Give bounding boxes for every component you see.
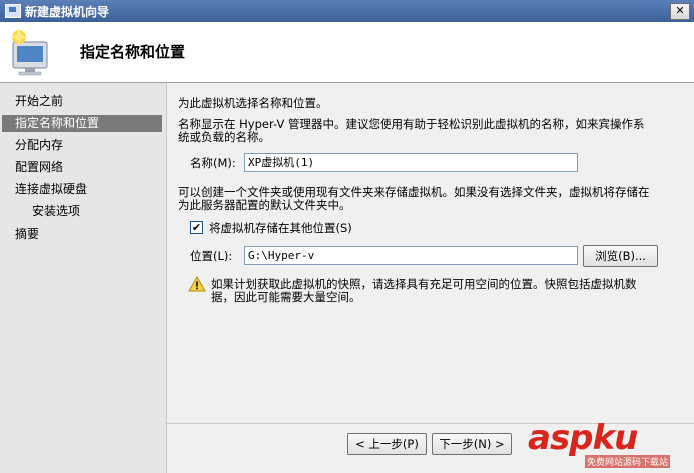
main-content: 为此虚拟机选择名称和位置。 名称显示在 Hyper-V 管理器中。建议您使用有助… xyxy=(178,83,688,423)
nav-item-install-options[interactable]: 安装选项 xyxy=(2,203,162,220)
warning-icon xyxy=(188,276,206,292)
nav-item-configure-network[interactable]: 配置网络 xyxy=(2,159,162,176)
intro-text: 为此虚拟机选择名称和位置。 xyxy=(178,96,328,110)
title-bar: 新建虚拟机向导 ✕ xyxy=(0,0,694,22)
app-icon xyxy=(5,4,21,18)
previous-button[interactable]: < 上一步(P) xyxy=(347,433,427,455)
name-input[interactable]: XP虚拟机(1) xyxy=(244,153,578,172)
browse-button[interactable]: 浏览(B)... xyxy=(583,245,658,267)
wizard-header: 指定名称和位置 xyxy=(0,22,694,83)
name-label: 名称(M): xyxy=(190,156,236,170)
warning-text-line2: 据，因此可能需要大量空间。 xyxy=(211,290,361,304)
aspku-watermark-logo: aspku xyxy=(528,418,638,458)
new-vm-wizard-icon xyxy=(10,28,48,76)
name-description-line2: 统或负载的名称。 xyxy=(178,130,270,144)
page-title: 指定名称和位置 xyxy=(80,43,186,61)
location-input[interactable]: G:\Hyper-v xyxy=(244,246,578,265)
location-label: 位置(L): xyxy=(190,249,233,263)
store-elsewhere-checkbox[interactable]: ✔ xyxy=(190,221,203,234)
nav-item-connect-virtual-disk[interactable]: 连接虚拟硬盘 xyxy=(2,181,162,198)
window-title: 新建虚拟机向导 xyxy=(25,4,110,19)
watermark-subtitle: 免费网站源码下载站 xyxy=(585,455,671,468)
store-elsewhere-label[interactable]: 将虚拟机存储在其他位置(S) xyxy=(209,220,352,236)
folder-description-line2: 为此服务器配置的默认文件夹中。 xyxy=(178,198,351,212)
nav-item-specify-name-location[interactable]: 指定名称和位置 xyxy=(2,115,162,132)
nav-item-summary[interactable]: 摘要 xyxy=(2,226,162,243)
close-button[interactable]: ✕ xyxy=(670,3,690,20)
wizard-step-list: 开始之前 指定名称和位置 分配内存 配置网络 连接虚拟硬盘 安装选项 摘要 xyxy=(0,83,167,473)
nav-item-assign-memory[interactable]: 分配内存 xyxy=(2,137,162,154)
nav-item-before-you-begin[interactable]: 开始之前 xyxy=(2,93,162,110)
next-button[interactable]: 下一步(N) > xyxy=(432,433,512,455)
